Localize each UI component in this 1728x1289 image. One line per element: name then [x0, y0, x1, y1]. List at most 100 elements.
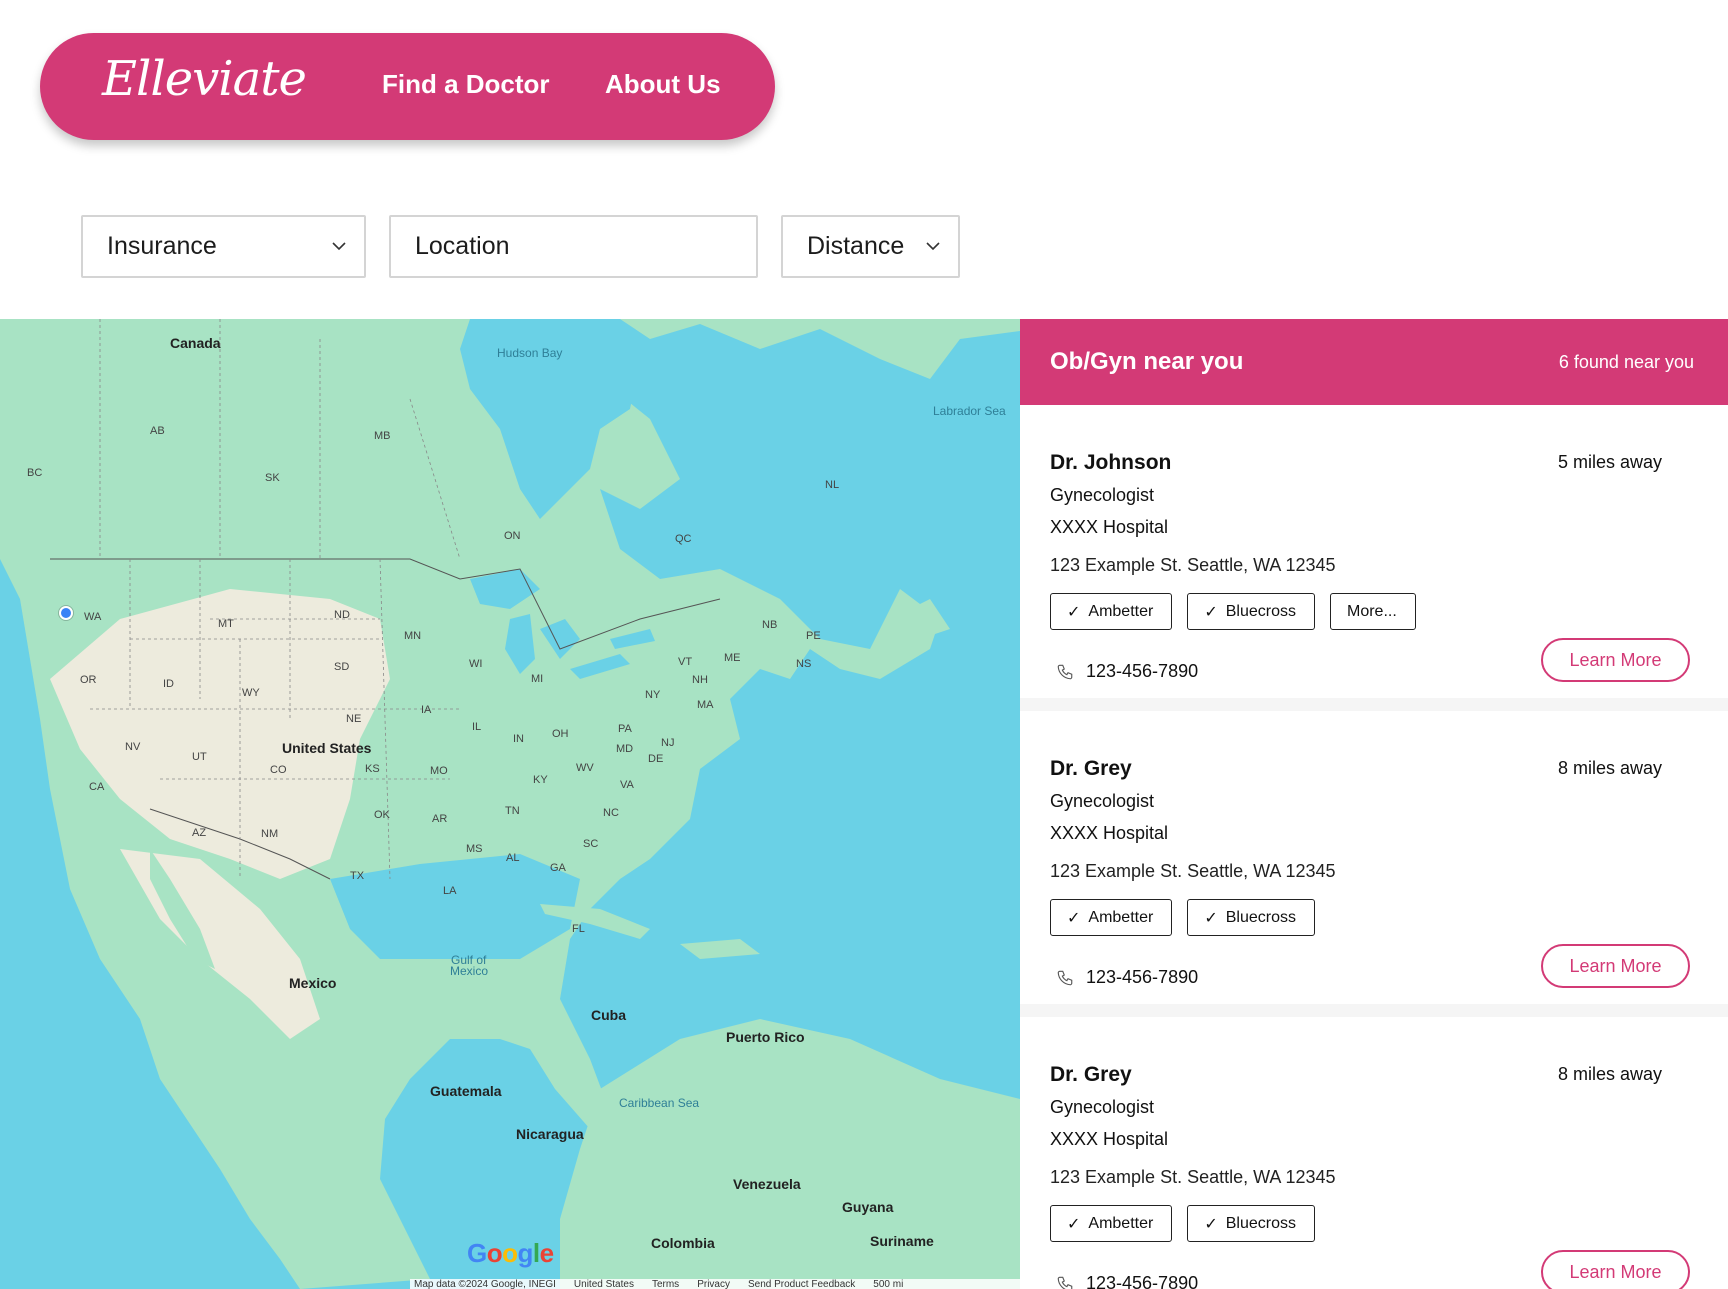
- doctor-distance: 8 miles away: [1557, 758, 1662, 778]
- map-label-ok: OK: [374, 809, 390, 821]
- insurance-dropdown[interactable]: Insurance: [81, 215, 366, 278]
- map-label-nv: NV: [125, 741, 141, 753]
- map-label-colombia: Colombia: [651, 1235, 715, 1251]
- learn-more-button[interactable]: Learn More: [1541, 944, 1690, 988]
- insurance-tag-ambetter[interactable]: ✓ Ambetter: [1050, 899, 1173, 936]
- map-label-canada: Canada: [170, 335, 221, 351]
- map-label-bc: BC: [27, 467, 43, 479]
- learn-more-button[interactable]: Learn More: [1541, 638, 1690, 682]
- map-label-mt: MT: [218, 618, 234, 630]
- map-label-puerto-rico: Puerto Rico: [726, 1029, 805, 1045]
- nav-link-about-us[interactable]: About Us: [605, 69, 721, 100]
- map-label-ks: KS: [365, 763, 380, 775]
- map-label-venezuela: Venezuela: [733, 1176, 801, 1192]
- results-panel: Ob/Gyn near you 6 found near you Dr. Joh…: [1020, 319, 1728, 1289]
- map-label-nb: NB: [762, 619, 778, 631]
- phone-icon: [1057, 1276, 1073, 1289]
- map-label-co: CO: [270, 764, 287, 776]
- nav-link-find-doctor[interactable]: Find a Doctor: [382, 69, 550, 100]
- phone-number: 123-456-7890: [1086, 967, 1199, 987]
- map-label-mi: MI: [531, 673, 544, 685]
- map-label-qc: QC: [675, 533, 692, 545]
- map-label-ma: MA: [697, 699, 714, 711]
- insurance-tag-ambetter[interactable]: ✓ Ambetter: [1050, 593, 1173, 630]
- map-label-ne: NE: [346, 713, 362, 725]
- map-label-vt: VT: [678, 656, 693, 668]
- results-header: Ob/Gyn near you 6 found near you: [1020, 319, 1728, 405]
- doctor-specialty: Gynecologist: [1050, 485, 1155, 505]
- map-label-nj: NJ: [661, 737, 675, 749]
- map-label-wy: WY: [242, 687, 260, 699]
- map-scale[interactable]: 500 mi: [873, 1279, 903, 1289]
- location-input[interactable]: [415, 232, 715, 261]
- map-terms-link[interactable]: Terms: [652, 1279, 679, 1289]
- map-label-va: VA: [620, 779, 634, 791]
- doctor-distance: 5 miles away: [1557, 452, 1662, 472]
- doctor-hospital: XXXX Hospital: [1050, 517, 1169, 537]
- map-region-link[interactable]: United States: [574, 1279, 634, 1289]
- map-label-pe: PE: [806, 630, 821, 642]
- map-data-credit: Map data ©2024 Google, INEGI: [414, 1279, 556, 1289]
- insurance-tag-ambetter[interactable]: ✓ Ambetter: [1050, 1205, 1173, 1242]
- map-label-mo: MO: [430, 765, 448, 777]
- insurance-tag-bluecross[interactable]: ✓ Bluecross: [1187, 593, 1315, 630]
- doctor-specialty: Gynecologist: [1050, 791, 1155, 811]
- map-label-mn: MN: [404, 630, 422, 642]
- doctor-phone[interactable]: 123-456-7890: [1056, 661, 1198, 682]
- map-label-fl: FL: [572, 923, 585, 935]
- map-label-sc: SC: [583, 838, 599, 850]
- chevron-down-icon: [926, 242, 940, 251]
- doctor-address: 123 Example St. Seattle, WA 12345: [1050, 1167, 1336, 1187]
- distance-dropdown-label: Distance: [807, 232, 905, 260]
- insurance-tag-bluecross[interactable]: ✓ Bluecross: [1187, 899, 1315, 936]
- map-label-mexico: Mexico: [289, 975, 337, 991]
- check-icon: ✓: [1204, 1215, 1218, 1233]
- doctor-name: Dr. Grey: [1050, 1063, 1132, 1086]
- insurance-tag-bluecross[interactable]: ✓ Bluecross: [1187, 1205, 1315, 1242]
- map-label-united-states: United States: [282, 740, 372, 756]
- insurance-tags: ✓ Ambetter ✓ Bluecross More...: [1050, 593, 1416, 630]
- map-label-caribbean-sea: Caribbean Sea: [619, 1096, 700, 1110]
- map-label-wv: WV: [576, 762, 594, 774]
- doctor-phone[interactable]: 123-456-7890: [1056, 1273, 1198, 1289]
- distance-dropdown[interactable]: Distance: [781, 215, 960, 278]
- map-label-nm: NM: [261, 828, 279, 840]
- map-view[interactable]: Canada Hudson Bay Labrador Sea AB BC MB …: [0, 319, 1020, 1289]
- map-label-sd: SD: [334, 661, 350, 673]
- map-label-il: IL: [472, 721, 482, 733]
- map-label-guyana: Guyana: [842, 1199, 894, 1215]
- map-label-tn: TN: [505, 805, 520, 817]
- map-feedback-link[interactable]: Send Product Feedback: [748, 1279, 855, 1289]
- check-icon: ✓: [1067, 909, 1081, 927]
- doctor-phone[interactable]: 123-456-7890: [1056, 967, 1198, 988]
- location-pin-icon[interactable]: [59, 606, 73, 620]
- map-label-nd: ND: [334, 609, 350, 621]
- nav-bar: Elleviate Find a Doctor About Us: [40, 33, 775, 140]
- more-insurance-button[interactable]: More...: [1329, 593, 1416, 630]
- check-icon: ✓: [1067, 1215, 1081, 1233]
- doctor-card: Dr. Johnson 5 miles away Gynecologist XX…: [1020, 405, 1728, 698]
- logo[interactable]: Elleviate: [102, 51, 307, 107]
- map-label-ab: AB: [150, 425, 165, 437]
- check-icon: ✓: [1204, 603, 1218, 621]
- doctor-address: 123 Example St. Seattle, WA 12345: [1050, 861, 1336, 881]
- map-label-on: ON: [504, 530, 521, 542]
- check-icon: ✓: [1067, 603, 1081, 621]
- map-label-nicaragua: Nicaragua: [516, 1126, 584, 1142]
- learn-more-button[interactable]: Learn More: [1541, 1250, 1690, 1289]
- map-label-nl: NL: [825, 479, 840, 491]
- map-label-ia: IA: [421, 704, 432, 716]
- map-label-oh: OH: [552, 728, 569, 740]
- map-privacy-link[interactable]: Privacy: [697, 1279, 730, 1289]
- doctor-card: Dr. Grey 8 miles away Gynecologist XXXX …: [1020, 711, 1728, 1004]
- doctor-card: Dr. Grey 8 miles away Gynecologist XXXX …: [1020, 1017, 1728, 1289]
- chevron-down-icon: [332, 242, 346, 251]
- location-field[interactable]: [389, 215, 758, 278]
- check-icon: ✓: [1204, 909, 1218, 927]
- map-label-de: DE: [648, 753, 664, 765]
- phone-icon: [1057, 664, 1073, 679]
- insurance-dropdown-label: Insurance: [107, 232, 217, 260]
- map-label-ns: NS: [796, 658, 812, 670]
- map-label-me: ME: [724, 652, 741, 664]
- map-label-guatemala: Guatemala: [430, 1083, 502, 1099]
